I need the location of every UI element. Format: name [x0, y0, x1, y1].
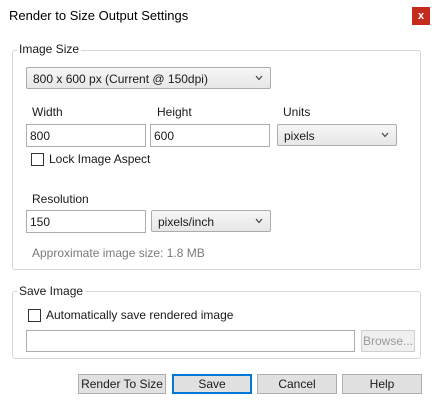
save-image-group-label: Save Image: [17, 284, 86, 298]
resolution-units-dropdown[interactable]: pixels/inch: [151, 210, 271, 232]
close-icon: x: [417, 10, 425, 22]
units-dropdown[interactable]: pixels: [277, 124, 397, 146]
save-path-input[interactable]: [26, 330, 355, 352]
size-preset-value: 800 x 600 px (Current @ 150dpi): [33, 72, 208, 86]
width-input[interactable]: [26, 124, 146, 147]
title-bar: Render to Size Output Settings x: [0, 0, 432, 33]
approx-size-text: Approximate image size: 1.8 MB: [32, 246, 205, 260]
lock-aspect-checkbox[interactable]: [31, 153, 44, 166]
height-label: Height: [157, 105, 192, 119]
chevron-down-icon: [255, 218, 263, 224]
units-value: pixels: [284, 129, 315, 143]
resolution-units-value: pixels/inch: [158, 215, 215, 229]
chevron-down-icon: [255, 75, 263, 81]
cancel-button-label: Cancel: [278, 377, 316, 391]
render-to-size-dialog: Render to Size Output Settings x Image S…: [0, 0, 432, 403]
window-title: Render to Size Output Settings: [9, 8, 189, 23]
help-button-label: Help: [369, 377, 395, 391]
help-button[interactable]: Help: [342, 374, 422, 394]
width-label: Width: [32, 105, 63, 119]
save-button-label: Save: [198, 377, 226, 391]
resolution-label: Resolution: [32, 192, 89, 206]
size-preset-dropdown[interactable]: 800 x 600 px (Current @ 150dpi): [26, 67, 271, 89]
height-input[interactable]: [150, 124, 270, 147]
save-button[interactable]: Save: [172, 374, 252, 394]
close-button[interactable]: x: [412, 7, 430, 25]
render-to-size-button-label: Render To Size: [81, 377, 163, 391]
resolution-input[interactable]: [26, 210, 146, 233]
cancel-button[interactable]: Cancel: [257, 374, 337, 394]
lock-aspect-label: Lock Image Aspect: [49, 152, 151, 166]
auto-save-label: Automatically save rendered image: [46, 308, 234, 322]
units-label: Units: [283, 105, 311, 119]
browse-button[interactable]: Browse...: [361, 330, 415, 352]
auto-save-checkbox[interactable]: [28, 309, 41, 322]
render-to-size-button[interactable]: Render To Size: [78, 374, 166, 394]
browse-button-label: Browse...: [362, 334, 413, 348]
chevron-down-icon: [381, 132, 389, 138]
image-size-group-label: Image Size: [17, 42, 82, 56]
